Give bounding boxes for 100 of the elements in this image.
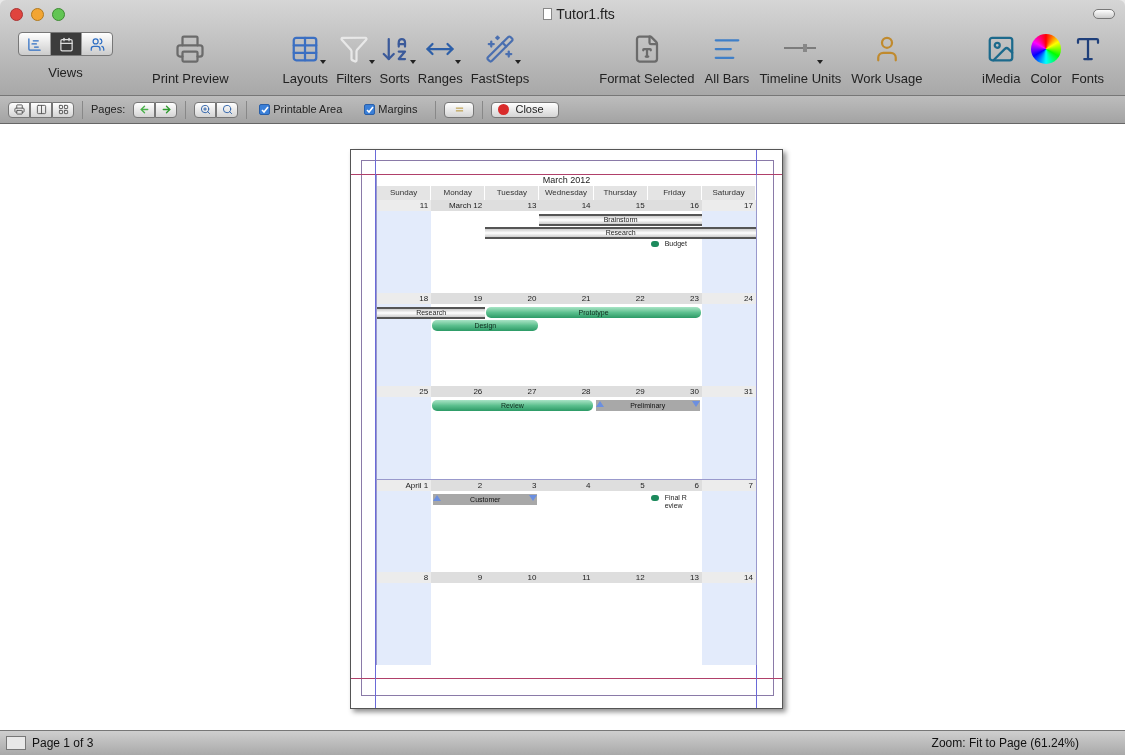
- toolbar-button[interactable]: FastSteps: [467, 32, 533, 89]
- gantt-icon: [27, 36, 42, 52]
- weekday-header: Sunday: [377, 186, 432, 200]
- minimize-window-icon[interactable]: [31, 7, 44, 21]
- checkbox-label: Margins: [378, 102, 418, 118]
- date-cell: 14: [701, 572, 756, 583]
- toolbar-button[interactable]: Sorts: [376, 32, 413, 89]
- date-cell: March 12: [431, 200, 486, 211]
- date-cell: 27: [485, 386, 540, 397]
- zoom-button[interactable]: [216, 101, 239, 118]
- date-cell: 22: [593, 293, 648, 304]
- date-cell: 20: [485, 293, 540, 304]
- checkbox[interactable]: [259, 104, 271, 115]
- date-cell: 29: [593, 386, 648, 397]
- date-cell: 21: [539, 293, 594, 304]
- date-cell: 4: [539, 480, 594, 491]
- date-cell: 17: [701, 200, 756, 211]
- toolbar-button[interactable]: Format Selected: [596, 32, 698, 89]
- date-cell: 2: [431, 480, 486, 491]
- date-cell: 25: [377, 386, 432, 397]
- checkbox-label: Printable Area: [273, 102, 343, 118]
- date-cell: 8: [377, 572, 432, 583]
- weekday-header: Thursday: [593, 186, 648, 200]
- next-page-button[interactable]: [155, 101, 178, 118]
- wand-icon: [484, 34, 515, 64]
- grid-icon: [57, 104, 69, 115]
- weekday-header: Friday: [647, 186, 702, 200]
- view-button[interactable]: [50, 33, 81, 55]
- toolbar-button[interactable]: Ranges: [414, 32, 466, 89]
- date-cell: 13: [485, 200, 540, 211]
- page-layout-button[interactable]: [8, 101, 30, 118]
- triangle-icon: [433, 495, 442, 501]
- date-cell: 11: [377, 200, 432, 211]
- views-label: Views: [48, 64, 83, 82]
- date-cell: 14: [539, 200, 594, 211]
- toolbar-button[interactable]: All Bars: [701, 32, 753, 89]
- sidebar-toggle-icon[interactable]: [6, 736, 26, 750]
- date-cell: 18: [377, 293, 432, 304]
- toolbar-button[interactable]: Timeline Units: [756, 32, 845, 89]
- weekday-header: Wednesday: [539, 186, 594, 200]
- toolbar-button[interactable]: Layouts: [279, 32, 332, 89]
- toolbar-button[interactable]: Fonts: [1068, 32, 1107, 89]
- zoom-window-icon[interactable]: [52, 7, 65, 21]
- triangle-icon: [595, 401, 604, 407]
- columns-icon: [35, 104, 47, 115]
- date-cell: 30: [647, 386, 702, 397]
- calendar-title: March 2012: [541, 175, 592, 186]
- options-button[interactable]: [444, 101, 475, 118]
- close-button[interactable]: Close: [491, 101, 559, 118]
- date-cell: 12: [593, 572, 648, 583]
- page-count: Page 1 of 3: [32, 735, 94, 752]
- date-cell: 26: [431, 386, 486, 397]
- weekday-header: Tuesday: [485, 186, 540, 200]
- close-window-icon[interactable]: [10, 7, 23, 21]
- previous-page-button[interactable]: [133, 101, 156, 118]
- toolbar-button[interactable]: Filters: [333, 32, 375, 89]
- zoom-in-button[interactable]: [194, 101, 217, 118]
- date-cell: 31: [701, 386, 756, 397]
- date-cell: 3: [485, 480, 540, 491]
- right-arrow-icon: [160, 104, 172, 115]
- date-cell: 19: [431, 293, 486, 304]
- toolbar-button[interactable]: Print Preview: [149, 32, 232, 89]
- toolbar-button[interactable]: Work Usage: [848, 32, 926, 89]
- toolbar-button[interactable]: Color: [1027, 32, 1065, 89]
- date-cell: 28: [539, 386, 594, 397]
- date-cell: 11: [539, 572, 594, 583]
- calendar-icon: [58, 36, 74, 52]
- zoom-in-icon: [199, 104, 211, 115]
- toolbar-toggle-button[interactable]: [1093, 9, 1115, 19]
- search-icon: [221, 104, 233, 115]
- page-layout-button[interactable]: [52, 101, 74, 118]
- weekday-header: Saturday: [701, 186, 756, 200]
- date-cell: 7: [701, 480, 756, 491]
- stop-icon: [498, 104, 510, 115]
- date-cell: 6: [647, 480, 702, 491]
- zoom-level: Zoom: Fit to Page (61.24%): [931, 735, 1079, 752]
- date-cell: 10: [485, 572, 540, 583]
- people-icon: [89, 36, 105, 52]
- slider-icon: [783, 44, 818, 54]
- date-cell: 13: [647, 572, 702, 583]
- weekday-header: Monday: [431, 186, 486, 200]
- date-cell: 5: [593, 480, 648, 491]
- checkbox[interactable]: [364, 104, 376, 115]
- left-arrow-icon: [138, 104, 150, 115]
- date-cell: 23: [647, 293, 702, 304]
- window-title: Tutor1.fts: [556, 4, 615, 24]
- toolbar-button[interactable]: iMedia: [979, 32, 1024, 89]
- date-cell: 15: [593, 200, 648, 211]
- printer-icon: [175, 34, 206, 64]
- printer-icon: [13, 104, 25, 115]
- date-cell: 16: [647, 200, 702, 211]
- page-layout-button[interactable]: [30, 101, 52, 118]
- lines-icon: [454, 104, 465, 115]
- date-cell: 24: [701, 293, 756, 304]
- triangle-icon: [691, 401, 700, 407]
- pages-label: Pages:: [91, 102, 126, 118]
- date-cell: April 1: [377, 480, 432, 491]
- funnel-icon: [338, 34, 369, 64]
- triangle-icon: [529, 495, 538, 501]
- date-cell: 9: [431, 572, 486, 583]
